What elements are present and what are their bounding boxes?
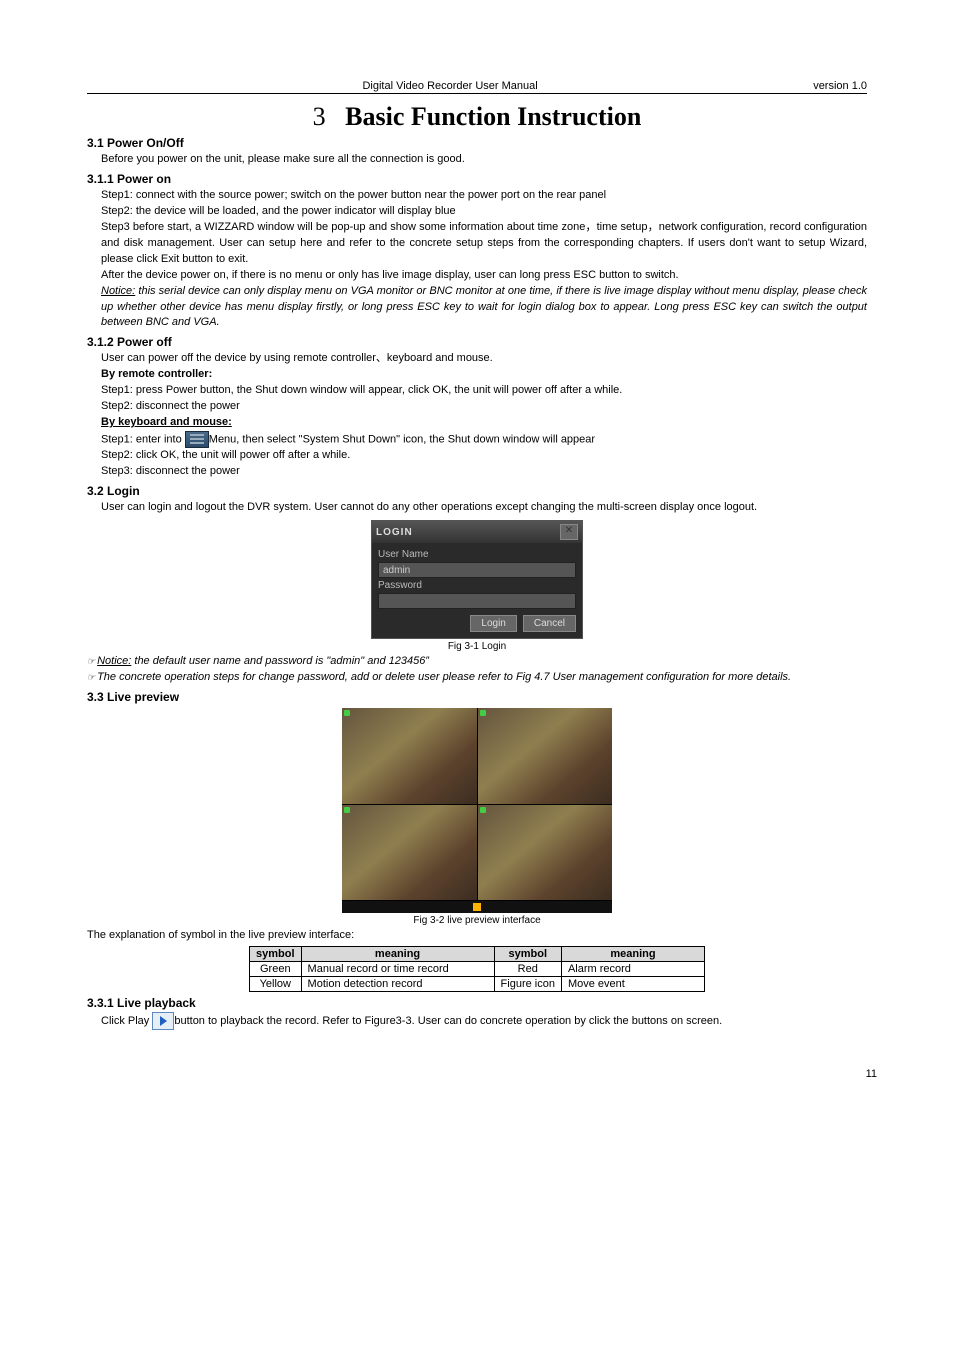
preview-cell xyxy=(478,805,613,901)
km-step1: Step1: enter into Menu, then select "Sys… xyxy=(101,431,867,448)
close-icon[interactable]: ✕ xyxy=(560,524,578,540)
cell: Red xyxy=(494,962,561,977)
table-intro: The explanation of symbol in the live pr… xyxy=(87,928,867,944)
km-step1-b: Menu, then select "System Shut Down" ico… xyxy=(209,433,595,445)
live-preview-image xyxy=(342,708,612,913)
preview-toolbar xyxy=(342,901,612,913)
text-step2: Step2: the device will be loaded, and th… xyxy=(101,204,867,220)
chapter-name: Basic Function Instruction xyxy=(345,102,641,131)
text-312-intro: User can power off the device by using r… xyxy=(101,351,867,367)
notice-default-creds: ☞Notice: the default user name and passw… xyxy=(87,654,867,670)
km-heading: By keyboard and mouse: xyxy=(101,415,867,431)
text-32-intro: User can login and logout the DVR system… xyxy=(101,500,867,516)
cell: Alarm record xyxy=(561,962,704,977)
cell: Yellow xyxy=(250,977,302,992)
menu-icon xyxy=(185,431,209,448)
header-center: Digital Video Recorder User Manual xyxy=(362,80,537,92)
header-right: version 1.0 xyxy=(813,80,867,92)
notice3-text: The concrete operation steps for change … xyxy=(97,671,791,683)
section-3-1-1: 3.1.1 Power on xyxy=(87,172,867,186)
km-step3: Step3: disconnect the power xyxy=(101,464,867,480)
cell: Motion detection record xyxy=(301,977,494,992)
login-titlebar: LOGIN ✕ xyxy=(372,521,582,543)
page-number: 11 xyxy=(866,1068,877,1080)
page-header: Digital Video Recorder User Manual versi… xyxy=(87,80,867,94)
section-3-3: 3.3 Live preview xyxy=(87,690,867,704)
remote-heading: By remote controller: xyxy=(101,367,867,383)
table-row: Green Manual record or time record Red A… xyxy=(250,962,705,977)
section-3-2: 3.2 Login xyxy=(87,484,867,498)
preview-cell xyxy=(478,708,613,804)
login-dialog: LOGIN ✕ User Name Password Login Cancel xyxy=(371,520,583,639)
hand-icon: ☞ xyxy=(87,655,95,668)
login-button[interactable]: Login xyxy=(470,615,516,632)
notice2-text: the default user name and password is "a… xyxy=(131,655,429,667)
cell: Green xyxy=(250,962,302,977)
section-3-1: 3.1 Power On/Off xyxy=(87,136,867,150)
th-symbol-2: symbol xyxy=(494,947,561,962)
hand-icon: ☞ xyxy=(87,671,95,684)
login-title: LOGIN xyxy=(376,527,413,538)
th-meaning-2: meaning xyxy=(561,947,704,962)
cell: Manual record or time record xyxy=(301,962,494,977)
fig-3-1-caption: Fig 3-1 Login xyxy=(87,641,867,652)
remote-step2: Step2: disconnect the power xyxy=(101,399,867,415)
km-step1-a: Step1: enter into xyxy=(101,433,185,445)
user-name-input[interactable] xyxy=(378,562,576,578)
text-step3: Step3 before start, a WIZZARD window wil… xyxy=(101,220,867,268)
chapter-title: 3 Basic Function Instruction xyxy=(87,102,867,132)
section-3-3-1: 3.3.1 Live playback xyxy=(87,996,867,1010)
cancel-button[interactable]: Cancel xyxy=(523,615,576,632)
notice-change-pass: ☞The concrete operation steps for change… xyxy=(87,670,867,686)
th-meaning-1: meaning xyxy=(301,947,494,962)
remote-step1: Step1: press Power button, the Shut down… xyxy=(101,383,867,399)
playback-a: Click Play xyxy=(101,1015,152,1027)
text-step1: Step1: connect with the source power; sw… xyxy=(101,188,867,204)
cell: Figure icon xyxy=(494,977,561,992)
password-label: Password xyxy=(378,580,576,591)
user-name-label: User Name xyxy=(378,549,576,560)
preview-cell xyxy=(342,708,477,804)
section-3-1-2: 3.1.2 Power off xyxy=(87,335,867,349)
notice2-label: Notice: xyxy=(97,655,131,667)
km-step2: Step2: click OK, the unit will power off… xyxy=(101,448,867,464)
text-3-1-intro: Before you power on the unit, please mak… xyxy=(101,152,867,168)
text-after: After the device power on, if there is n… xyxy=(101,268,867,284)
live-playback-text: Click Play button to playback the record… xyxy=(101,1012,867,1030)
th-symbol-1: symbol xyxy=(250,947,302,962)
notice-text: this serial device can only display menu… xyxy=(101,285,867,329)
table-row: Yellow Motion detection record Figure ic… xyxy=(250,977,705,992)
notice-311: Notice: this serial device can only disp… xyxy=(101,284,867,332)
play-icon xyxy=(152,1012,174,1030)
fig-3-2-caption: Fig 3-2 live preview interface xyxy=(87,915,867,926)
notice-label: Notice: xyxy=(101,285,135,297)
playback-b: button to playback the record. Refer to … xyxy=(174,1015,722,1027)
preview-cell xyxy=(342,805,477,901)
symbol-table: symbol meaning symbol meaning Green Manu… xyxy=(249,946,705,992)
cell: Move event xyxy=(561,977,704,992)
password-input[interactable] xyxy=(378,593,576,609)
chapter-number: 3 xyxy=(313,102,326,131)
